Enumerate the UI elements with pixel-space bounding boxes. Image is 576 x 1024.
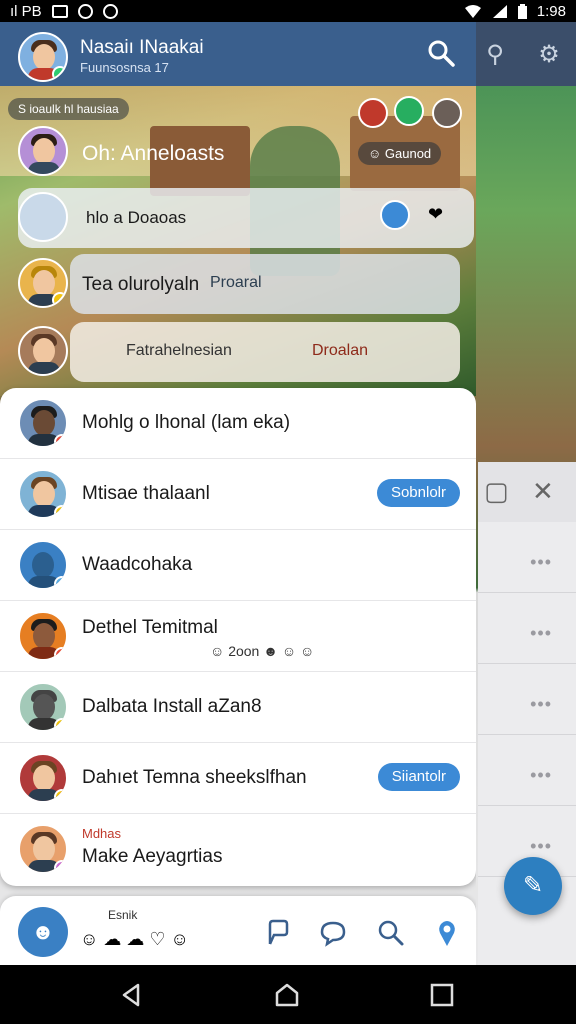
reaction-icon[interactable] [394, 96, 424, 126]
list-item-label: Mohlg o lhonal (lam eka) [82, 412, 291, 433]
list-item-label: Dalbata Install aZan8 [82, 696, 262, 717]
avatar [18, 682, 68, 732]
cloud-icon [102, 3, 118, 19]
home-icon[interactable] [273, 981, 301, 1009]
sync-icon [77, 3, 93, 19]
reaction-count: 2oon [228, 643, 260, 659]
status-bar: ıl PB 1:98 [0, 0, 576, 22]
drawer-panel: Nasaiı INaakai Fuunsosnsa 17 S ioaulk hl… [0, 22, 476, 965]
share-icon[interactable] [380, 200, 410, 230]
profile-name: Nasaiı INaakai [80, 37, 204, 58]
list-item-label: Dahıet Temna sheekslfhan [82, 767, 307, 788]
scene-row-label: Tea olurolyaln [82, 274, 200, 295]
list-item[interactable]: Waadcohaka [0, 530, 476, 601]
reaction-icon[interactable] [432, 98, 462, 128]
status-left-text: ıl PB [10, 2, 42, 20]
home-tab-button[interactable]: ☻ [18, 907, 68, 957]
compose-fab-button[interactable]: ✎ [504, 857, 562, 915]
subscribe-button[interactable]: Sobnlolr [376, 479, 460, 507]
more-icon[interactable]: ••• [530, 694, 552, 715]
list-item[interactable]: Mdhas Make Aeyagrtias [0, 814, 476, 885]
avatar [18, 824, 68, 874]
avatar [18, 192, 68, 242]
scene-row[interactable]: Tea olurolyaln Proaral [70, 254, 460, 314]
avatar[interactable] [18, 258, 68, 308]
list-item[interactable]: Mohlg o lhonal (lam eka) [0, 388, 476, 459]
scene-tag: S ioaulk hl hausiaa [8, 98, 129, 120]
more-icon[interactable]: ••• [530, 765, 552, 786]
list-item[interactable]: Dethel Temitmal ☺ 2oon ☻ ☺ ☺ [0, 601, 476, 672]
tab-icon[interactable]: ▢ [484, 476, 509, 507]
search-tab-icon[interactable] [376, 918, 406, 948]
scene-row-badge: Proaral [210, 274, 262, 291]
more-icon[interactable]: ••• [530, 836, 552, 857]
profile-subtitle: Fuunsosnsa 17 [80, 60, 169, 75]
avatar [18, 398, 68, 448]
signal-icon [492, 5, 507, 18]
avatar [18, 540, 68, 590]
wifi-icon [464, 5, 481, 18]
list-item[interactable]: ••• [478, 664, 576, 735]
avatar [18, 753, 68, 803]
scene-row-label: hlo a Doaoas [86, 208, 187, 227]
list-item[interactable]: ••• [478, 593, 576, 664]
list-item[interactable]: Mtisae thalaanl Sobnlolr [0, 459, 476, 530]
back-icon[interactable] [118, 981, 146, 1009]
close-icon[interactable]: ✕ [532, 476, 554, 507]
avatar[interactable] [18, 126, 68, 176]
list-item[interactable]: ••• [478, 522, 576, 593]
bottom-navigation: ☻ Esnik ☺ ☁ ☁ ♡ ☺ [0, 896, 476, 965]
more-icon[interactable]: ••• [530, 623, 552, 644]
avatar[interactable] [18, 326, 68, 376]
game-scene-banner: S ioaulk hl hausiaa Oh: Anneloasts ☺ Gau… [0, 86, 476, 396]
scene-row[interactable]: Oh: Anneloasts [70, 122, 240, 182]
list-item[interactable]: Dalbata Install aZan8 [0, 672, 476, 743]
list-item[interactable]: Dahıet Temna sheekslfhan Siiantolr [0, 743, 476, 814]
list-item[interactable]: ••• [478, 735, 576, 806]
scene-row-button[interactable]: ☺ Gaunod [358, 142, 442, 165]
scene-row[interactable]: hlo a Doaoas ❤ [18, 188, 474, 248]
contact-list: Mohlg o lhonal (lam eka) Mtisae thalaanl… [0, 388, 476, 886]
location-tab-icon[interactable] [432, 918, 462, 948]
background-list-header: ▢ ✕ [478, 462, 576, 522]
scene-row-badge: Droalan [312, 342, 369, 359]
scene-row-button-label: Gaunod [384, 146, 432, 161]
gallery-icon [51, 4, 68, 18]
scene-row-label: Oh: Anneloasts [82, 142, 225, 165]
subscribe-button[interactable]: Siiantolr [377, 763, 460, 791]
search-icon[interactable] [426, 38, 456, 68]
bottom-emoji-row: ☺ ☁ ☁ ♡ ☺ [80, 929, 189, 949]
system-navigation-bar [0, 965, 576, 1024]
search-icon[interactable]: ⚲ [480, 40, 510, 70]
battery-icon [517, 3, 527, 19]
avatar[interactable] [18, 32, 68, 82]
status-time: 1:98 [536, 2, 566, 20]
heart-icon[interactable]: ❤ [428, 204, 443, 225]
list-item-tag: Mdhas [82, 826, 122, 841]
avatar [18, 469, 68, 519]
more-icon[interactable]: ••• [530, 552, 552, 573]
pin-tab-icon[interactable] [262, 918, 292, 948]
list-item-label: Mtisae thalaanl [82, 483, 210, 504]
scene-row[interactable]: Fatrahelnesian Droalan [70, 322, 460, 382]
chat-tab-icon[interactable] [318, 918, 348, 948]
drawer-header: Nasaiı INaakai Fuunsosnsa 17 [0, 22, 476, 86]
list-item-label: Waadcohaka [82, 554, 193, 575]
bottom-status: Esnik [108, 908, 138, 922]
avatar [18, 611, 68, 661]
scene-row-label: Fatrahelnesian [126, 342, 232, 359]
reaction-icon[interactable] [358, 98, 388, 128]
gear-icon[interactable]: ⚙ [534, 40, 564, 70]
reaction-row: ☺ 2oon ☻ ☺ ☺ [210, 643, 315, 659]
recents-icon[interactable] [428, 981, 456, 1009]
list-item-label: Make Aeyagrtias [82, 846, 223, 867]
list-item-label: Dethel Temitmal [82, 617, 218, 638]
